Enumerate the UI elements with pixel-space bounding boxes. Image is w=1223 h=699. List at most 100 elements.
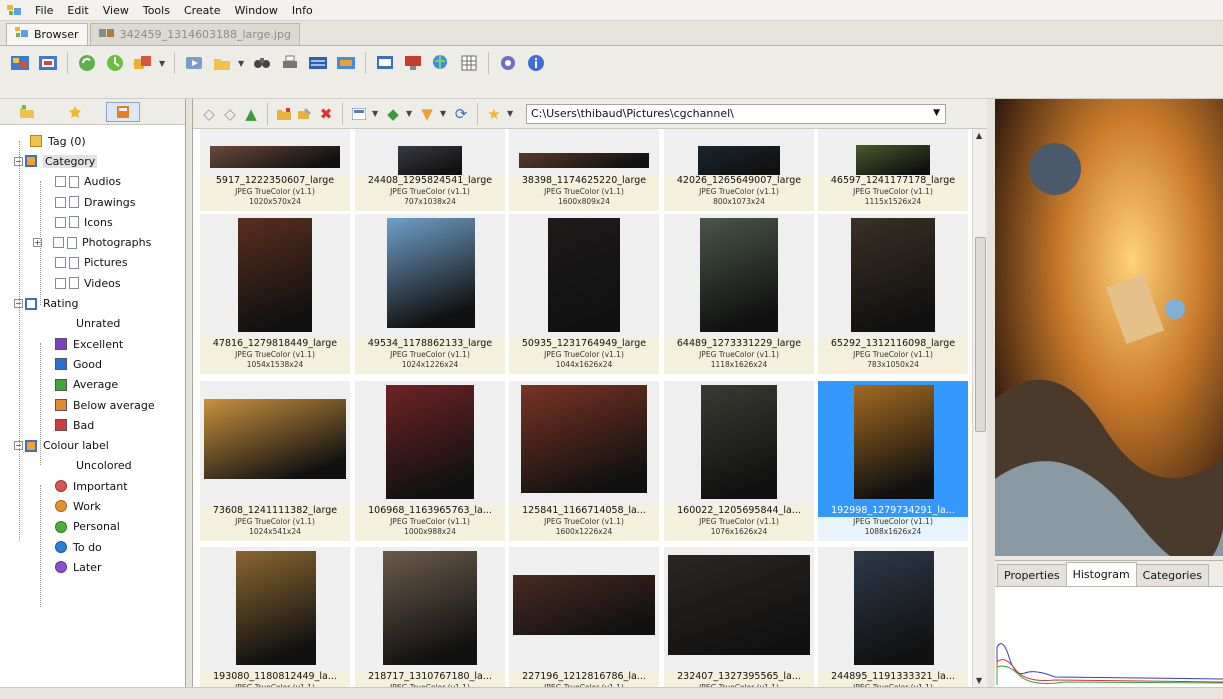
thumbnail-scrollbar[interactable]: ▲ ▼ [972,129,988,687]
new-folder-icon[interactable] [276,102,292,126]
videos-checkbox[interactable] [55,277,66,289]
print-icon[interactable] [278,51,302,75]
tree-item-excellent[interactable]: Excellent [0,334,185,354]
tree-item-average[interactable]: Average [0,375,185,395]
capture-icon[interactable] [334,51,358,75]
tree-item-later[interactable]: Later [0,557,185,577]
thumbnail-cell[interactable]: 73608_1241111382_large JPEG TrueColor (v1… [200,381,350,541]
thumbnail-cell[interactable]: 193080_1180812449_la...JPEG TrueColor (v… [200,547,350,687]
thumbnail-cell[interactable]: 5917_1222350607_large JPEG TrueColor (v1.… [200,129,350,211]
refresh-browser-icon[interactable]: ⟳ [453,102,469,126]
tab-properties[interactable]: Properties [997,564,1067,586]
scroll-down-icon[interactable]: ▼ [976,676,982,685]
tab-histogram[interactable]: Histogram [1065,562,1137,586]
scrollbar-thumb[interactable] [975,237,986,432]
thumbnail-cell[interactable]: 24408_1295824541_large JPEG TrueColor (v1… [355,129,505,211]
pictures-checkbox[interactable] [55,257,66,269]
tree-item-photographs[interactable]: + Photographs [0,232,185,252]
batch-dropdown-icon[interactable]: ▼ [159,59,167,68]
tree-item-rating[interactable]: − Rating [0,293,185,313]
thumbnail-cell[interactable]: 50935_1231764949_large JPEG TrueColor (v1… [509,214,659,374]
sort-dropdown-icon[interactable]: ▼ [406,109,414,118]
forward-icon[interactable]: ◇ [222,102,238,126]
thumbnail-cell[interactable]: 125841_1166714058_la... JPEG TrueColor (v… [509,381,659,541]
tree-item-good[interactable]: Good [0,354,185,374]
folders-tab-icon[interactable] [10,102,44,122]
thumbnail-cell[interactable]: 46597_1241177178_large JPEG TrueColor (v1… [818,129,968,211]
tree-item-pictures[interactable]: Pictures [0,253,185,273]
batch-icon[interactable] [131,51,155,75]
tree-item-bad[interactable]: Bad [0,415,185,435]
grid-icon[interactable] [457,51,481,75]
sort-icon[interactable]: ◆ [385,102,401,126]
icons-checkbox[interactable] [55,216,66,228]
path-dropdown-icon[interactable]: ▼ [933,108,940,118]
search-icon[interactable] [250,51,274,75]
thumbnail-cell[interactable]: 106968_1163965763_la... JPEG TrueColor (v… [355,381,505,541]
open-dropdown-icon[interactable]: ▼ [238,59,246,68]
slideshow-icon[interactable] [182,51,206,75]
thumbnail-cell[interactable]: 227196_1212816786_la...JPEG TrueColor (v… [509,547,659,687]
view-mode-icon[interactable] [351,102,367,126]
refresh-icon[interactable] [75,51,99,75]
path-input[interactable]: C:\Users\thibaud\Pictures\cgchannel\ ▼ [526,103,946,124]
thumbnail-cell[interactable]: 192998_1279734291_la... JPEG TrueColor (v… [818,381,968,541]
menu-edit[interactable]: Edit [60,0,95,21]
open-icon[interactable] [210,51,234,75]
delete-icon[interactable]: ✖ [318,102,334,126]
tree-item-videos[interactable]: Videos [0,273,185,293]
tab-categories[interactable]: Categories [1135,564,1209,586]
thumbnail-cell[interactable]: 244895_1191333321_la...JPEG TrueColor (v… [818,547,968,687]
menu-file[interactable]: File [28,0,60,21]
filter-icon[interactable]: ▼ [419,102,435,126]
filter-dropdown-icon[interactable]: ▼ [440,109,448,118]
thumbnail-cell[interactable]: 232407_1327395565_la...JPEG TrueColor (v… [664,547,814,687]
up-folder-icon[interactable]: ▲ [243,102,259,126]
photographs-checkbox[interactable] [53,237,64,249]
favorites-tab-icon[interactable] [58,102,92,122]
tree-item-drawings[interactable]: Drawings [0,192,185,212]
info-icon[interactable] [524,51,548,75]
tree-item-work[interactable]: Work [0,496,185,516]
tab-image[interactable]: 342459_1314603188_large.jpg [89,23,300,45]
thumbnail-cell[interactable]: 47816_1279818449_large JPEG TrueColor (v1… [200,214,350,374]
thumbnail-cell[interactable]: 49534_1178862133_large JPEG TrueColor (v1… [355,214,505,374]
tree-item-icons[interactable]: Icons [0,212,185,232]
tree-item-uncolored[interactable]: Uncolored [0,456,185,476]
back-icon[interactable]: ◇ [201,102,217,126]
thumbnail-cell[interactable]: 65292_1312116098_large JPEG TrueColor (v1… [818,214,968,374]
scroll-up-icon[interactable]: ▲ [976,131,982,140]
thumbnail-cell[interactable]: 64489_1273331229_large JPEG TrueColor (v1… [664,214,814,374]
html-icon[interactable] [373,51,397,75]
tree-item-tag[interactable]: Tag (0) [0,131,185,151]
thumbnail-cell[interactable]: 160022_1205695844_la... JPEG TrueColor (v… [664,381,814,541]
fullscreen-icon[interactable] [36,51,60,75]
update-icon[interactable] [103,51,127,75]
menu-create[interactable]: Create [177,0,228,21]
rename-icon[interactable] [297,102,313,126]
email-icon[interactable] [401,51,425,75]
tree-item-colour-label[interactable]: − Colour label [0,435,185,455]
right-splitter[interactable] [987,99,995,687]
thumbnail-cell[interactable]: 38398_1174625220_large JPEG TrueColor (v1… [509,129,659,211]
thumbnail-cell[interactable]: 42026_1265649007_large JPEG TrueColor (v1… [664,129,814,211]
tree-item-category[interactable]: − Category [0,151,185,171]
tree-item-unrated[interactable]: Unrated [0,314,185,334]
browser-icon[interactable] [8,51,32,75]
tab-browser[interactable]: Browser [6,23,88,45]
strip-icon[interactable] [306,51,330,75]
thumbnail-cell[interactable]: 218717_1310767180_la...JPEG TrueColor (v… [355,547,505,687]
favorite-star-icon[interactable]: ★ [486,102,502,126]
menu-window[interactable]: Window [228,0,285,21]
tree-item-audios[interactable]: Audios [0,172,185,192]
menu-tools[interactable]: Tools [136,0,177,21]
menu-view[interactable]: View [96,0,136,21]
view-mode-dropdown-icon[interactable]: ▼ [372,109,380,118]
audios-checkbox[interactable] [55,176,66,188]
categories-tab-icon[interactable] [106,101,140,122]
web-icon[interactable] [429,51,453,75]
settings-icon[interactable] [496,51,520,75]
tree-item-important[interactable]: Important [0,476,185,496]
menu-info[interactable]: Info [285,0,320,21]
tree-item-to-do[interactable]: To do [0,537,185,557]
